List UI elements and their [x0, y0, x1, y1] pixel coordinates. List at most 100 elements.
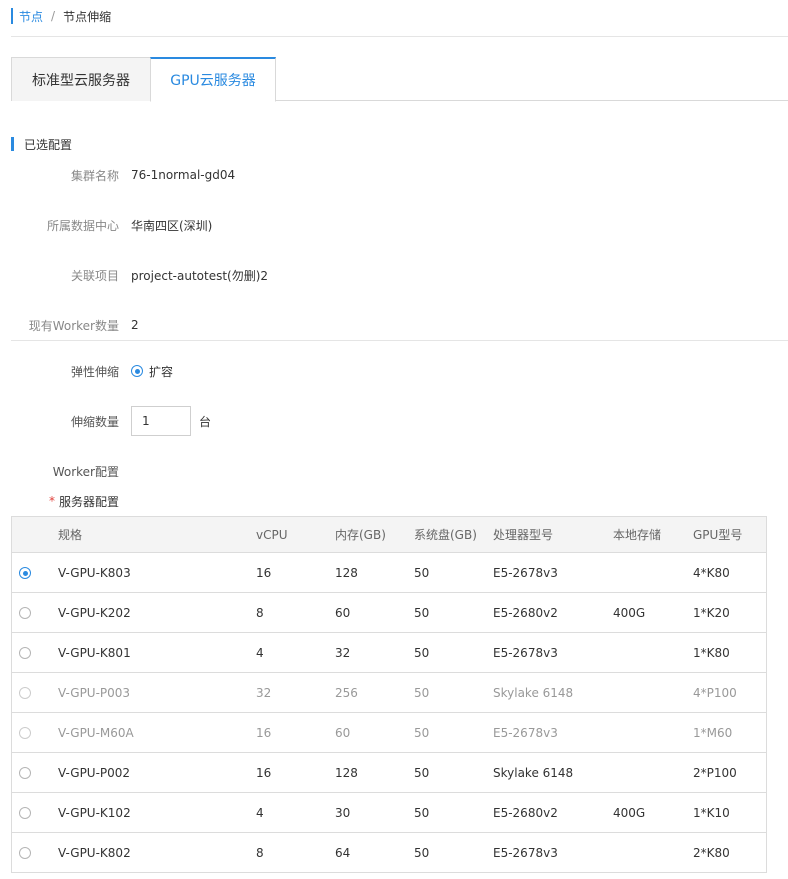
scale-out-radio[interactable]	[131, 365, 143, 377]
breadcrumb-separator: /	[51, 9, 56, 23]
cell-memory: 60	[335, 605, 351, 620]
cell-gpu-model: 2*K80	[693, 845, 730, 860]
row-select-radio[interactable]	[19, 647, 31, 659]
cell-vcpu: 4	[256, 805, 264, 820]
datacenter-row: 所属数据中心 华南四区(深圳)	[11, 216, 788, 234]
cell-vcpu: 32	[256, 685, 272, 700]
cell-gpu-model: 1*M60	[693, 725, 733, 740]
cell-vcpu: 8	[256, 845, 264, 860]
project-value: project-autotest(勿删)2	[131, 268, 269, 283]
table-header: 规格 vCPU 内存(GB) 系统盘(GB) 处理器型号 本地存储 GPU型号	[12, 517, 766, 553]
row-select-radio[interactable]	[19, 847, 31, 859]
cell-gpu-model: 1*K10	[693, 805, 730, 820]
scale-qty-row: 伸缩数量 台	[11, 406, 788, 436]
cell-vcpu: 16	[256, 765, 272, 780]
cell-local-storage: 400G	[613, 605, 646, 620]
cell-processor: Skylake 6148	[493, 765, 574, 780]
cell-spec: V-GPU-K202	[58, 605, 131, 620]
config-divider	[11, 340, 788, 341]
server-type-tabs: 标准型云服务器 GPU云服务器	[11, 57, 788, 102]
cluster-name-label: 集群名称	[70, 168, 119, 183]
scale-out-label: 扩容	[149, 364, 174, 379]
scale-qty-label: 伸缩数量	[70, 414, 119, 429]
cell-gpu-model: 1*K20	[693, 605, 730, 620]
cell-memory: 128	[335, 565, 358, 580]
cell-memory: 128	[335, 765, 358, 780]
worker-config-label: Worker配置	[52, 464, 119, 479]
cell-spec: V-GPU-K801	[58, 645, 131, 660]
cell-processor: E5-2680v2	[493, 805, 558, 820]
table-row-disabled: V-GPU-P003 32 256 50 Skylake 6148 4*P100	[12, 673, 766, 713]
cell-gpu-model: 4*K80	[693, 565, 730, 580]
col-header-gpu-model: GPU型号	[693, 528, 743, 542]
col-header-processor: 处理器型号	[493, 528, 554, 542]
scaling-row: 弹性伸缩 扩容	[11, 362, 788, 380]
col-header-local-storage: 本地存储	[613, 528, 662, 542]
cell-system-disk: 50	[414, 565, 430, 580]
table-row[interactable]: V-GPU-K801 4 32 50 E5-2678v3 1*K80	[12, 633, 766, 673]
server-config-heading: * 服务器配置	[49, 492, 119, 510]
cell-system-disk: 50	[414, 685, 430, 700]
table-row[interactable]: V-GPU-K202 8 60 50 E5-2680v2 400G 1*K20	[12, 593, 766, 633]
header-divider	[11, 36, 788, 37]
worker-count-row: 现有Worker数量 2	[11, 316, 788, 334]
worker-config-row: Worker配置	[11, 462, 788, 480]
cell-vcpu: 16	[256, 725, 272, 740]
cell-processor: E5-2678v3	[493, 725, 558, 740]
scale-out-option[interactable]: 扩容	[131, 363, 173, 380]
cell-processor: Skylake 6148	[493, 685, 574, 700]
table-row[interactable]: V-GPU-K803 16 128 50 E5-2678v3 4*K80	[12, 553, 766, 593]
cell-processor: E5-2678v3	[493, 845, 558, 860]
breadcrumb: 节点 / 节点伸缩	[11, 8, 111, 24]
cell-system-disk: 50	[414, 725, 430, 740]
cell-processor: E5-2678v3	[493, 565, 558, 580]
cell-memory: 30	[335, 805, 351, 820]
row-select-radio[interactable]	[19, 567, 31, 579]
cell-spec: V-GPU-K803	[58, 565, 131, 580]
scale-qty-input[interactable]	[131, 406, 191, 436]
cell-vcpu: 8	[256, 605, 264, 620]
cell-spec: V-GPU-K102	[58, 805, 131, 820]
cell-gpu-model: 1*K80	[693, 645, 730, 660]
cluster-name-row: 集群名称 76-1normal-gd04	[11, 166, 788, 184]
cell-gpu-model: 2*P100	[693, 765, 737, 780]
breadcrumb-root-link[interactable]: 节点	[19, 8, 43, 25]
col-header-spec: 规格	[58, 528, 83, 542]
table-row[interactable]: V-GPU-K102 4 30 50 E5-2680v2 400G 1*K10	[12, 793, 766, 833]
row-select-radio	[19, 727, 31, 739]
scaling-label: 弹性伸缩	[70, 364, 119, 379]
col-header-vcpu: vCPU	[256, 527, 288, 542]
row-select-radio[interactable]	[19, 767, 31, 779]
tab-standard-server[interactable]: 标准型云服务器	[11, 57, 151, 101]
cell-local-storage: 400G	[613, 805, 646, 820]
cell-memory: 60	[335, 725, 351, 740]
cell-memory: 64	[335, 845, 351, 860]
required-mark: *	[49, 494, 55, 508]
cell-vcpu: 16	[256, 565, 272, 580]
table-row[interactable]: V-GPU-K802 8 64 50 E5-2678v3 2*K80	[12, 833, 766, 873]
table-row-disabled: V-GPU-M60A 16 60 50 E5-2678v3 1*M60	[12, 713, 766, 753]
datacenter-value: 华南四区(深圳)	[131, 218, 213, 233]
row-select-radio[interactable]	[19, 807, 31, 819]
cell-spec: V-GPU-P002	[58, 765, 131, 780]
server-config-label: 服务器配置	[59, 494, 120, 509]
gpu-spec-table: 规格 vCPU 内存(GB) 系统盘(GB) 处理器型号 本地存储 GPU型号 …	[11, 516, 767, 873]
row-select-radio[interactable]	[19, 607, 31, 619]
scale-qty-unit: 台	[199, 414, 212, 429]
table-row[interactable]: V-GPU-P002 16 128 50 Skylake 6148 2*P100	[12, 753, 766, 793]
tab-gpu-server[interactable]: GPU云服务器	[150, 57, 276, 102]
cell-system-disk: 50	[414, 605, 430, 620]
selected-config-title: 已选配置	[11, 137, 72, 152]
project-label: 关联项目	[70, 268, 119, 283]
cell-memory: 32	[335, 645, 351, 660]
cell-memory: 256	[335, 685, 358, 700]
cell-spec: V-GPU-M60A	[58, 725, 134, 740]
cell-spec: V-GPU-P003	[58, 685, 131, 700]
cell-system-disk: 50	[414, 805, 430, 820]
row-select-radio	[19, 687, 31, 699]
breadcrumb-current: 节点伸缩	[63, 9, 112, 24]
cell-processor: E5-2678v3	[493, 645, 558, 660]
worker-count-value: 2	[131, 318, 139, 332]
datacenter-label: 所属数据中心	[46, 218, 119, 233]
cell-system-disk: 50	[414, 645, 430, 660]
